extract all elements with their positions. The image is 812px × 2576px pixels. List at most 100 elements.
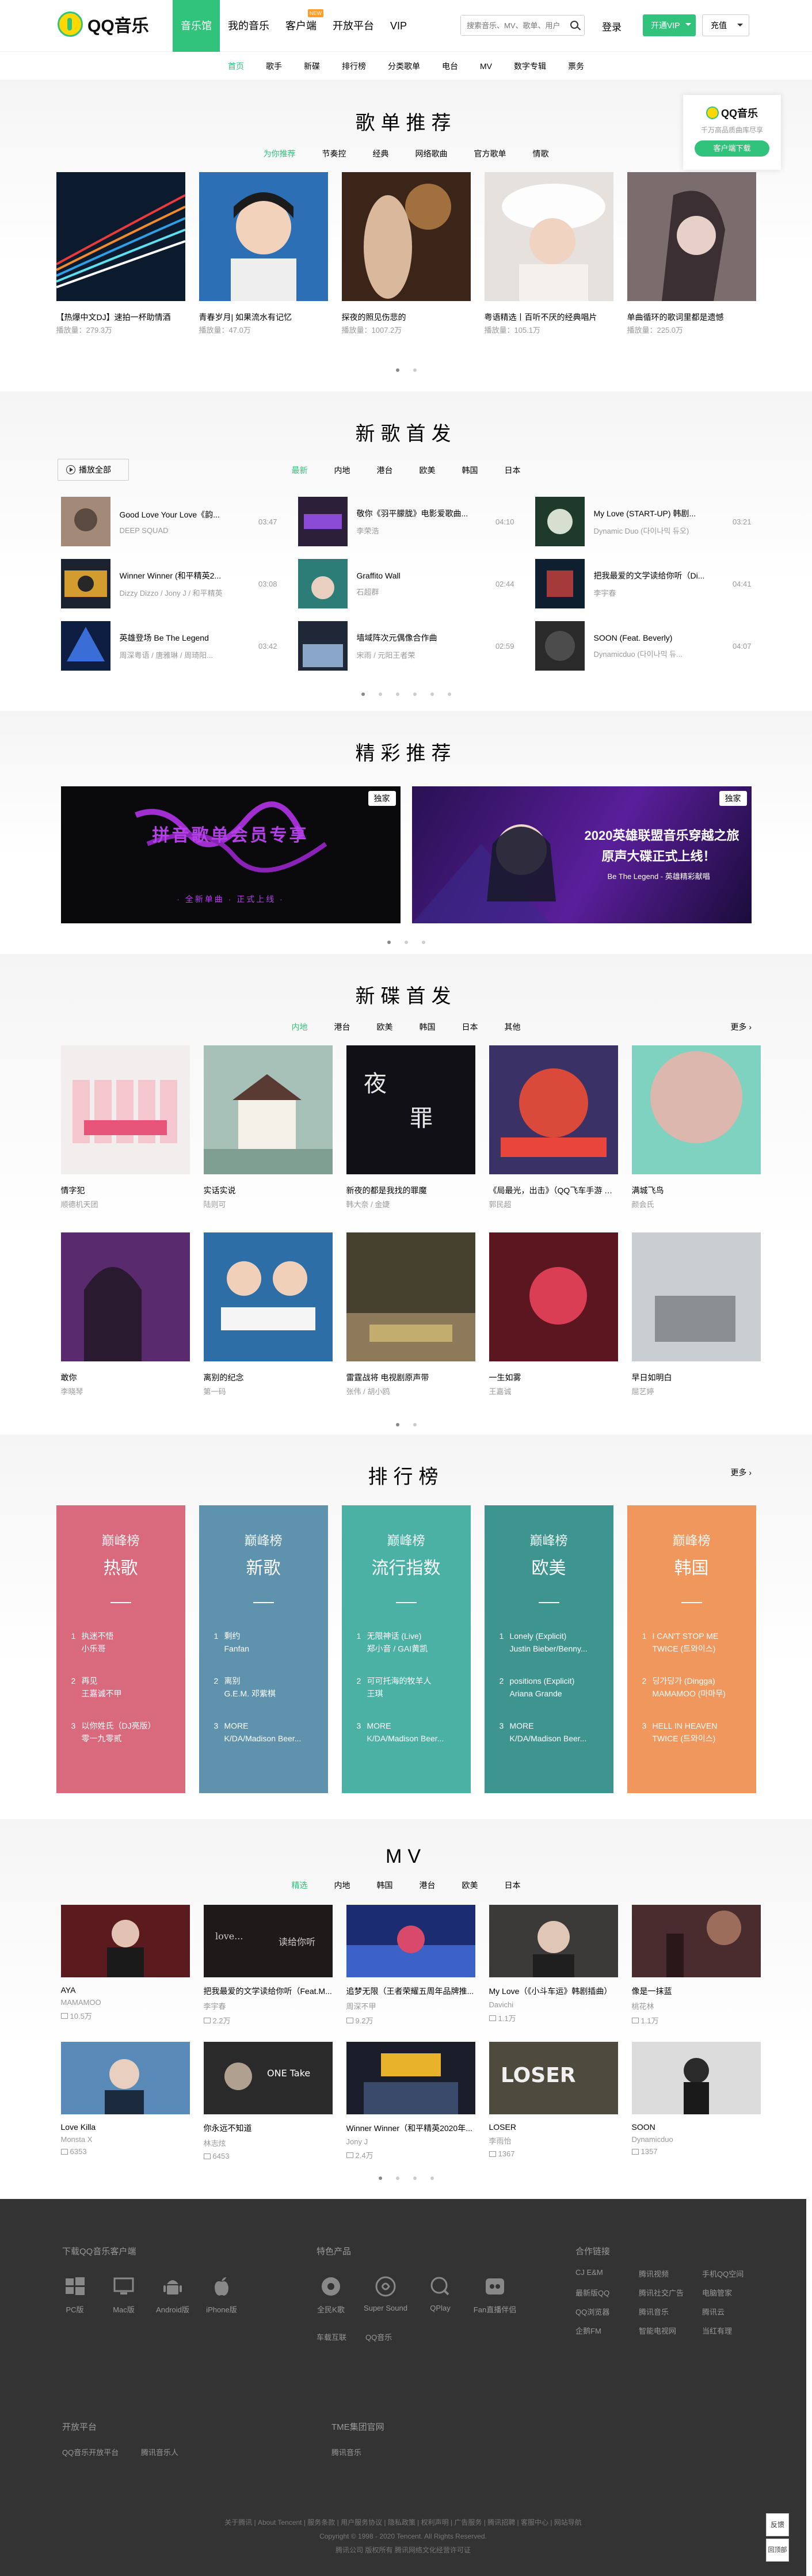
toplist-item[interactable]: 2 딩가딩가 (Dingga) MAMAMOO (마마무) (627, 1675, 756, 1700)
album-cover[interactable] (203, 1045, 333, 1174)
toplist-card-korea[interactable]: 巅峰榜 韩国 1I CAN'T STOP ME TWICE (트와이스) 2 딩가딩… (627, 1505, 756, 1793)
toplist-item[interactable]: 2 离别 G.E.M. 邓紫棋 (199, 1675, 328, 1700)
album-artist[interactable]: 顺德机天团 (61, 1198, 190, 1209)
mv-artist[interactable]: MAMAMOO (61, 1998, 190, 2007)
subnav-tickets[interactable]: 票务 (568, 60, 584, 72)
song-name[interactable]: Good Love Your Love《韵... (120, 509, 252, 520)
mv-artist[interactable]: Jony J (346, 2137, 475, 2146)
pager-dot[interactable] (387, 941, 391, 944)
nav-open-platform[interactable]: 开放平台 (325, 0, 382, 52)
album-title[interactable]: 情字犯 (61, 1185, 190, 1196)
mv-tab[interactable]: 港台 (420, 1879, 436, 1891)
song-item[interactable]: Graffito Wall 石超群 02:44 (298, 559, 514, 608)
mv-title-text[interactable]: 像是一抹蓝 (632, 1985, 761, 1997)
new-songs-tab[interactable]: 欧美 (420, 465, 436, 476)
mv-artist[interactable]: 李雨怡 (489, 2135, 618, 2146)
playlist-cover[interactable] (341, 172, 471, 301)
albums-more-link[interactable]: 更多 › (730, 1021, 752, 1033)
song-item[interactable]: 英雄登场 Be The Legend 周深粤语 / 唐雅琳 / 周琦阳... 03:… (60, 621, 277, 671)
partner-link[interactable]: CJ E&M (575, 2268, 627, 2279)
featured-banner[interactable]: 独家 2020英雄联盟音乐穿越之旅 原声大碟正式上线！ Be The Legen… (411, 786, 752, 923)
album-title[interactable]: 新夜的都是我找的罪魔 (346, 1185, 475, 1196)
mv-card[interactable]: AYA MAMAMOO 10.5万 (60, 1905, 190, 2026)
pager-dot[interactable] (413, 1423, 417, 1426)
album-artist[interactable]: 李晓琴 (61, 1386, 190, 1397)
song-item[interactable]: Winner Winner (和平精英2... Dizzy Dizzo / Jon… (60, 559, 277, 608)
mv-title-text[interactable]: Winner Winner（和平精英2020年... (346, 2122, 475, 2134)
partner-link[interactable]: 手机QQ空间 (702, 2268, 754, 2279)
mv-artist[interactable]: Davichi (489, 2000, 618, 2009)
song-name[interactable]: Graffito Wall (357, 571, 489, 580)
song-title[interactable]: 딩가딩가 (Dingga) (653, 1676, 715, 1685)
artist[interactable]: TWICE (트와이스) (642, 1642, 746, 1655)
album-cover[interactable] (489, 1232, 618, 1361)
partner-link[interactable]: 企鹅FM (575, 2325, 627, 2336)
song-title[interactable]: MORE (224, 1721, 249, 1730)
new-songs-tab[interactable]: 港台 (377, 465, 393, 476)
artist[interactable]: K/DA/Madison Beer... (214, 1732, 318, 1745)
song-title[interactable]: 可可托海的牧羊人 (367, 1676, 432, 1685)
toplist-item[interactable]: 2 再见 王嘉诚不甲 (56, 1675, 185, 1700)
album-card[interactable]: 离别的纪念 第一码 (203, 1232, 333, 1397)
mv-cover[interactable] (631, 2042, 761, 2114)
album-card[interactable]: 满城飞鸟 颜会氏 (631, 1045, 761, 1209)
song-name[interactable]: Winner Winner (和平精英2... (120, 570, 252, 581)
album-artist[interactable]: 第一码 (204, 1386, 333, 1397)
subnav-new-album[interactable]: 新碟 (304, 60, 320, 72)
song-item[interactable]: 把我最爱的文学读给你听（Di... 李宇春 04:41 (535, 559, 752, 608)
artist[interactable]: 王嘉诚不甲 (71, 1687, 175, 1700)
song-title[interactable]: I CAN'T STOP ME (653, 1631, 719, 1641)
search-input[interactable] (461, 16, 565, 35)
new-songs-tab[interactable]: 内地 (334, 465, 350, 476)
song-cover[interactable] (60, 559, 110, 608)
song-title[interactable]: 再见 (82, 1676, 98, 1685)
mv-cover[interactable] (631, 1905, 761, 1977)
new-songs-tab[interactable]: 最新 (292, 465, 308, 476)
playlist-tab[interactable]: 情歌 (533, 148, 549, 159)
subnav-radio[interactable]: 电台 (442, 60, 458, 72)
album-artist[interactable]: 王嘉诚 (489, 1386, 618, 1397)
playlist-name[interactable]: 探夜的照见伤悲的 (342, 311, 471, 322)
artist[interactable]: Ariana Grande (500, 1687, 603, 1700)
playlist-name[interactable]: 单曲循环的歌词里都是遗憾 (627, 311, 756, 322)
song-singer[interactable]: DEEP SQUAD (120, 526, 252, 535)
playlist-card[interactable]: 青春岁月| 如果流水有记忆 播放量：47.0万 (199, 172, 328, 335)
song-cover[interactable] (535, 497, 585, 546)
song-cover[interactable] (535, 621, 585, 671)
mv-cover[interactable] (346, 1905, 475, 1977)
toplist-name[interactable]: 韩国 (627, 1554, 756, 1579)
mv-title-text[interactable]: LOSER (489, 2122, 618, 2132)
footer-links-line[interactable]: 关于腾讯 | About Tencent | 服务条款 | 用户服务协议 | 隐… (0, 2516, 806, 2529)
song-title[interactable]: 执迷不悟 (82, 1631, 114, 1641)
mv-tab[interactable]: 精选 (292, 1879, 308, 1891)
album-title[interactable]: 满城飞鸟 (632, 1185, 761, 1196)
pager-dot[interactable] (413, 2177, 417, 2180)
search-icon[interactable] (570, 21, 578, 29)
album-title[interactable]: 《局最光，出击》（QQ飞车手游 X 奥特曼系列推广曲） (489, 1185, 618, 1196)
pager-dot[interactable] (378, 692, 382, 696)
mv-tab[interactable]: 内地 (334, 1879, 350, 1891)
song-title[interactable]: positions (Explicit) (510, 1676, 575, 1685)
pager-dot[interactable] (395, 1423, 399, 1426)
toplist-item[interactable]: 3 MORE K/DA/Madison Beer... (342, 1719, 471, 1745)
song-singer[interactable]: Dynamicduo (다이나믹 듀... (594, 648, 726, 659)
song-singer[interactable]: 李荣浩 (357, 525, 489, 536)
mv-card[interactable]: 追梦无限（王者荣耀五周年品牌推... 周深不甲 9.2万 (346, 1905, 475, 2026)
album-card[interactable]: 情字犯 顺德机天团 (60, 1045, 190, 1209)
song-title[interactable]: MORE (510, 1721, 534, 1730)
album-cover[interactable] (631, 1045, 761, 1174)
song-singer[interactable]: Dizzy Dizzo / Jony J / 和平精英 (120, 587, 252, 598)
artist[interactable]: 郑小音 / GAI黄凯 (357, 1642, 460, 1655)
mv-card[interactable]: LOSER LOSER 李雨怡 1367 (489, 2042, 618, 2160)
song-title[interactable]: 无限神话 (Live) (367, 1631, 422, 1641)
subnav-playlist-category[interactable]: 分类歌单 (388, 60, 420, 72)
pager-dot[interactable] (378, 2177, 382, 2180)
song-singer[interactable]: 宋雨 / 元阳王者荣 (357, 649, 489, 660)
album-title[interactable]: 早日如明白 (632, 1372, 761, 1383)
toplist-item[interactable]: 1 Lonely (Explicit) Justin Bieber/Benny... (485, 1630, 613, 1655)
song-title[interactable]: 以你姓氏（DJ亮版） (82, 1721, 156, 1730)
pager-dot[interactable] (404, 941, 408, 944)
toplist-item[interactable]: 2 positions (Explicit) Ariana Grande (485, 1675, 613, 1700)
back-to-top-button[interactable]: 回顶部 (766, 2539, 789, 2562)
mv-artist[interactable]: Monsta X (61, 2135, 190, 2144)
